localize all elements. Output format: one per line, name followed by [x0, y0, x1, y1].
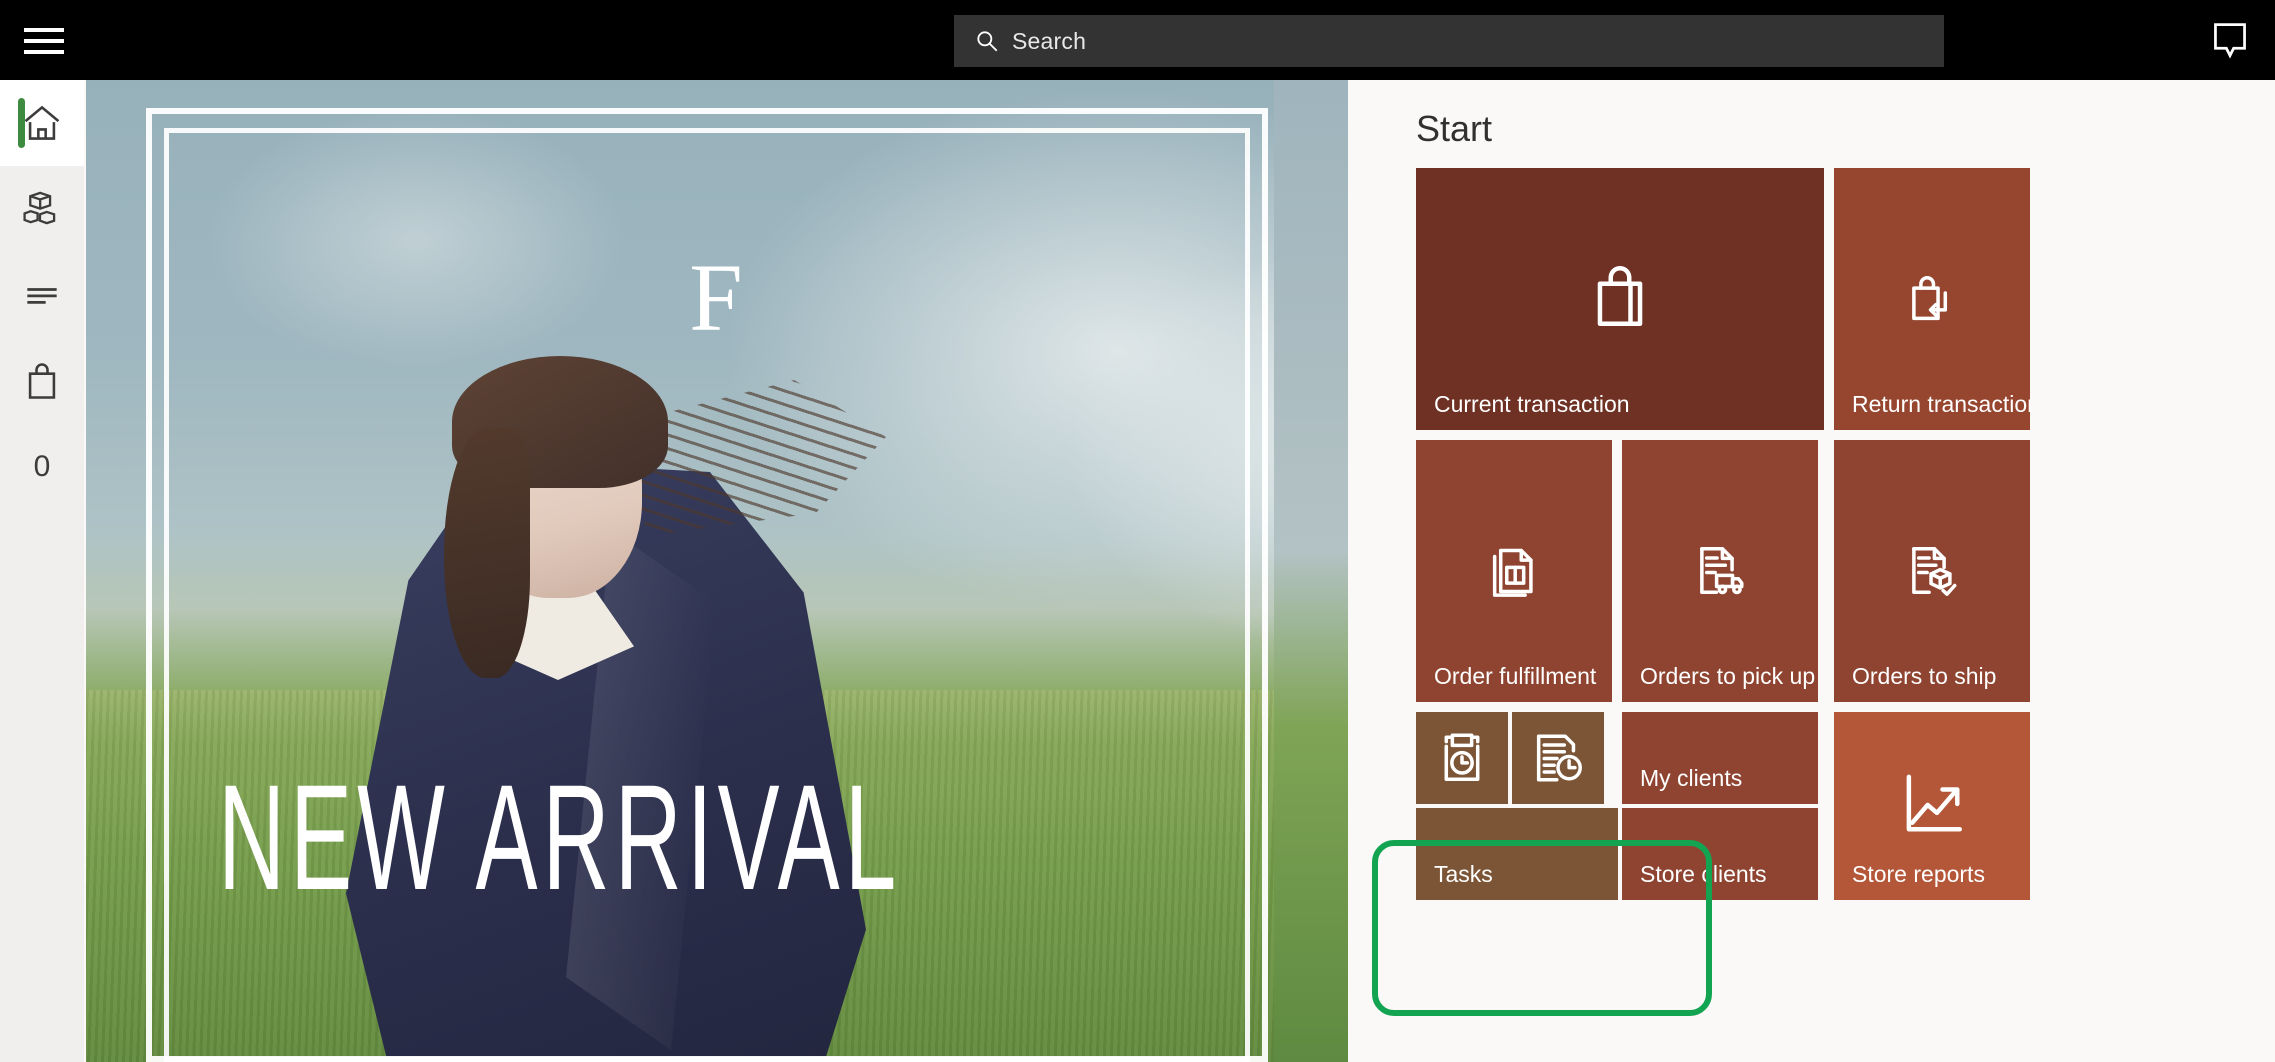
tile-my-clients[interactable]: My clients — [1622, 712, 1818, 804]
sidebar-item-products[interactable] — [0, 166, 84, 252]
shopping-bag-icon — [28, 363, 56, 399]
start-panel: Start Current transaction Return transact… — [1348, 80, 2275, 1062]
page-title: Start — [1416, 108, 1493, 149]
tile-time-clock[interactable] — [1416, 712, 1508, 804]
navigation-rail: 0 — [0, 80, 84, 1062]
sidebar-item-journal[interactable] — [0, 252, 84, 338]
search-input[interactable]: Search — [954, 15, 1944, 67]
tile-tasks[interactable]: Tasks — [1416, 808, 1618, 900]
time-entry-list-icon — [1529, 729, 1587, 787]
tile-label: My clients — [1640, 764, 1743, 791]
tile-label: Store reports — [1852, 860, 1985, 887]
tile-store-clients[interactable]: Store clients — [1622, 808, 1818, 900]
tile-orders-to-pick-up[interactable]: Orders to pick up — [1622, 440, 1818, 702]
tile-order-fulfillment[interactable]: Order fulfillment — [1416, 440, 1612, 702]
products-boxes-icon — [23, 191, 56, 225]
hero-edge-strip — [1274, 80, 1348, 1062]
top-app-bar: Search — [0, 0, 2275, 80]
tile-orders-to-ship[interactable]: Orders to ship — [1834, 440, 2030, 702]
tile-label: Orders to pick up — [1640, 662, 1816, 689]
brand-monogram: F — [689, 244, 745, 351]
sidebar-item-cart[interactable] — [0, 338, 84, 424]
hero-headline: NEW ARRIVAL — [218, 753, 902, 921]
document-truck-icon — [1691, 542, 1749, 600]
bag-return-arrow-icon — [1903, 270, 1961, 328]
hamburger-bar — [24, 39, 64, 43]
document-box-check-icon — [1903, 542, 1961, 600]
tile-label: Current transaction — [1434, 390, 1630, 417]
tile-time-entry-list[interactable] — [1512, 712, 1604, 804]
hamburger-bar — [24, 28, 64, 32]
time-clock-icon — [1433, 729, 1491, 787]
hamburger-menu-icon[interactable] — [24, 28, 64, 54]
tile-label: Tasks — [1434, 860, 1493, 887]
hamburger-bar — [24, 50, 64, 54]
cart-count: 0 — [33, 450, 51, 483]
tile-store-reports[interactable]: Store reports — [1834, 712, 2030, 900]
tile-label: Order fulfillment — [1434, 662, 1597, 689]
speech-bubble-glyph — [2214, 23, 2246, 59]
document-package-icon — [1485, 542, 1543, 600]
tile-label: Store clients — [1640, 860, 1767, 887]
notification-bubble-icon[interactable] — [2207, 18, 2253, 64]
shopping-bag-icon — [1583, 259, 1657, 333]
pos-application: Search 0 F NEW ARRIVAL Start Current tra… — [0, 0, 2275, 1062]
search-icon — [977, 31, 998, 52]
tile-label: Orders to ship — [1852, 662, 1997, 689]
list-lines-icon — [27, 288, 57, 304]
tile-label: Return transaction — [1852, 390, 2030, 417]
search-placeholder-text: Search — [1012, 27, 1087, 54]
sidebar-item-home[interactable] — [0, 80, 84, 166]
promotional-hero-image: F NEW ARRIVAL — [86, 80, 1348, 1062]
chart-trend-up-icon — [1895, 766, 1969, 840]
tile-current-transaction[interactable]: Current transaction — [1416, 168, 1824, 430]
tile-return-transaction[interactable]: Return transaction — [1834, 168, 2030, 430]
home-icon — [24, 105, 60, 140]
